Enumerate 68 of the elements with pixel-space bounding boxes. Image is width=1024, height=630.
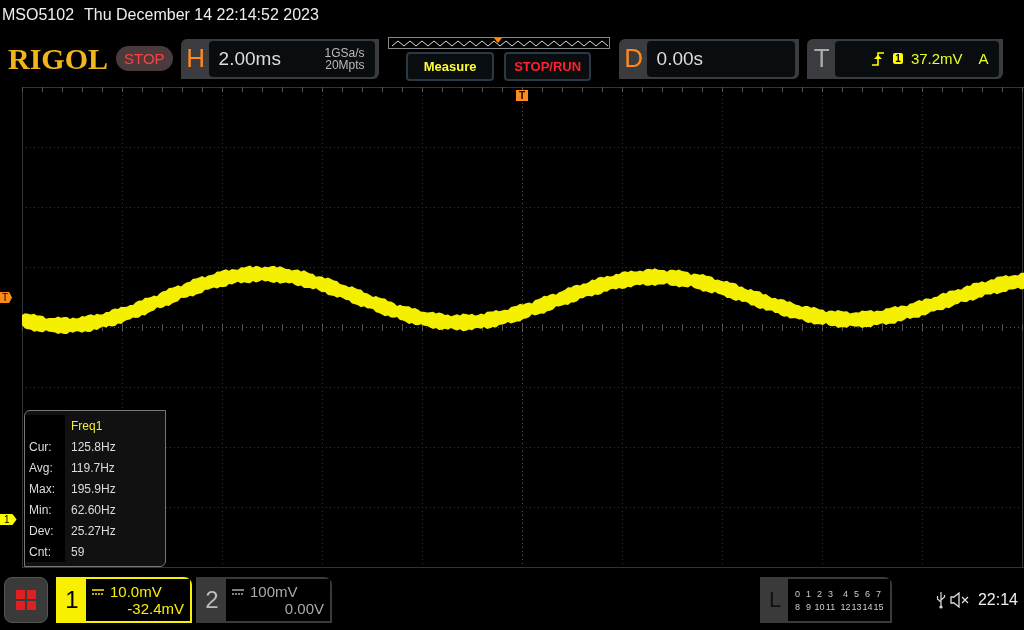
digital-channel-number: 7 xyxy=(875,588,882,599)
trigger-mode: A xyxy=(978,50,989,67)
dc-coupling-icon xyxy=(232,588,244,595)
channel-number: 1 xyxy=(64,585,80,615)
digital-channel-number: 14 xyxy=(862,601,873,612)
stop-run-button[interactable]: STOP/RUN xyxy=(504,51,592,81)
digital-channel-number: 5 xyxy=(853,588,860,599)
brand-logo: RIGOL xyxy=(8,41,109,76)
sample-rate: 1GSa/s xyxy=(324,46,365,59)
label-column-background xyxy=(25,415,65,436)
trigger-source-badge: 1 xyxy=(893,53,903,64)
measurement-value: 119.7Hz xyxy=(70,460,115,475)
trigger-level-marker[interactable]: T xyxy=(0,292,13,303)
timebase-value: 2.00ms xyxy=(218,47,281,70)
channel-marker[interactable]: 1 xyxy=(0,514,17,525)
measure-button[interactable]: Measure xyxy=(406,51,495,81)
channel-number: 2 xyxy=(204,585,220,615)
measurement-label: Max: xyxy=(25,478,65,499)
digital-channel-number: 3 xyxy=(827,588,834,599)
trigger-label: T xyxy=(812,42,831,75)
measurement-value: 125.8Hz xyxy=(70,439,116,454)
horizontal-label: H xyxy=(185,42,206,75)
measurement-label: Cur: xyxy=(25,436,65,457)
delay-panel[interactable]: D 0.00s xyxy=(618,38,799,79)
digital-channel-number: 12 xyxy=(840,601,851,612)
horizontal-panel[interactable]: H 2.00ms 1GSa/s 20Mpts xyxy=(180,38,379,79)
digital-channel-number: 15 xyxy=(873,601,884,612)
memory-depth: 20Mpts xyxy=(325,58,365,71)
model-name: MSO5102 xyxy=(2,6,75,24)
delay-label: D xyxy=(623,42,644,75)
menu-button[interactable] xyxy=(4,577,48,623)
digital-channel-number: 8 xyxy=(794,601,801,612)
grid-squares-icon xyxy=(15,589,37,611)
digital-channel-number: 6 xyxy=(864,588,871,599)
usb-icon xyxy=(935,591,946,609)
measurement-value: 195.9Hz xyxy=(70,481,116,496)
date-time: Thu December 14 22:14:52 2023 xyxy=(84,6,319,24)
measurement-label: Avg: xyxy=(25,457,65,478)
digital-channel-number: 4 xyxy=(842,588,849,599)
measurement-label: Dev: xyxy=(25,520,65,541)
digital-channel-number: 13 xyxy=(851,601,862,612)
speaker-muted-icon xyxy=(949,592,970,608)
trigger-position-marker[interactable]: T xyxy=(516,90,528,101)
measurement-label: Cnt: xyxy=(25,541,65,562)
trigger-panel[interactable]: T 1 37.2mV A xyxy=(806,38,1003,79)
rising-edge-icon xyxy=(871,51,886,66)
channel-offset: -32.4mV xyxy=(127,600,184,617)
delay-value: 0.00s xyxy=(656,47,704,70)
digital-channel-number: 10 xyxy=(814,601,825,612)
digital-channel-number: 11 xyxy=(825,601,836,612)
channel-panel[interactable]: 1 10.0mV -32.4mV xyxy=(56,577,192,623)
channel-scale: 100mV xyxy=(250,583,298,600)
channel-offset: 0.00V xyxy=(284,600,324,617)
dc-coupling-icon xyxy=(92,588,104,595)
status-time: 22:14 xyxy=(977,591,1018,609)
digital-channel-number: 2 xyxy=(816,588,823,599)
measurement-label: Min: xyxy=(25,499,65,520)
trigger-level: 37.2mV xyxy=(910,50,963,67)
measurement-title: Freq1 xyxy=(70,418,103,433)
digital-channel-number: 0 xyxy=(794,588,801,599)
measurement-value: 59 xyxy=(70,544,85,559)
measurement-value: 62.60Hz xyxy=(70,502,116,517)
run-status-badge: STOP xyxy=(116,46,173,71)
channel-panel[interactable]: 2 100mV 0.00V xyxy=(196,577,332,623)
channel-scale: 10.0mV xyxy=(110,583,162,600)
digital-channel-number: 9 xyxy=(805,601,812,612)
measurement-value: 25.27Hz xyxy=(70,523,116,538)
digital-channel-number: 1 xyxy=(805,588,812,599)
